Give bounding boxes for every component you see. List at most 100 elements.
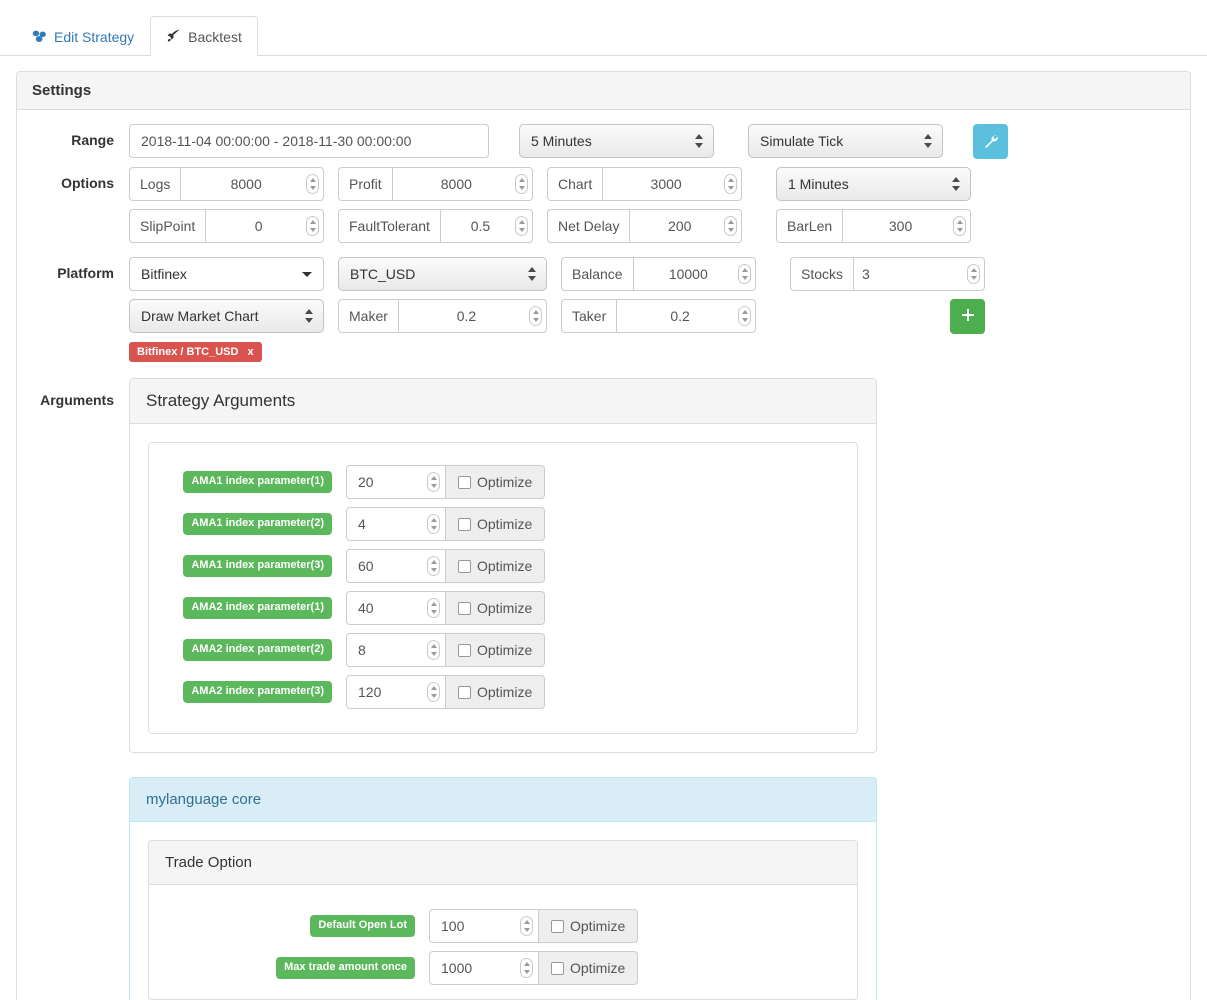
argument-badge: AMA1 index parameter(1)	[183, 471, 332, 493]
maker-stepper[interactable]	[529, 306, 542, 326]
logs-label: Logs	[129, 167, 181, 201]
faulttolerant-stepper[interactable]	[515, 216, 528, 236]
settings-panel-body: Range 2018-11-04 00:00:00 - 2018-11-30 0…	[17, 110, 1190, 1000]
stocks-stepper[interactable]	[967, 264, 980, 284]
optimize-checkbox[interactable]	[458, 643, 471, 657]
trade-option-body: Default Open Lot 100 Optimize Max trade …	[149, 885, 857, 999]
trade-option-badge-cell: Default Open Lot	[249, 915, 429, 937]
optimize-toggle[interactable]: Optimize	[446, 549, 546, 583]
netdelay-stepper[interactable]	[724, 216, 737, 236]
barlen-stepper[interactable]	[953, 216, 966, 236]
remove-tag-icon[interactable]: x	[247, 346, 253, 358]
optimize-toggle[interactable]: Optimize	[446, 465, 546, 499]
optimize-toggle[interactable]: Optimize	[446, 507, 546, 541]
argument-stepper[interactable]	[427, 640, 440, 660]
settings-panel: Settings Range 2018-11-04 00:00:00 - 201…	[16, 71, 1191, 1000]
optimize-label: Optimize	[477, 474, 533, 490]
platform-row-1: Platform Bitfinex BTC_USD Balance 10000 …	[17, 257, 1190, 291]
arguments-label: Arguments	[40, 392, 114, 408]
argument-input[interactable]: 120	[346, 675, 446, 709]
argument-stepper[interactable]	[427, 514, 440, 534]
optimize-checkbox[interactable]	[458, 685, 471, 699]
optimize-checkbox[interactable]	[458, 475, 471, 489]
profit-stepper[interactable]	[515, 174, 528, 194]
wrench-button[interactable]	[973, 124, 1008, 159]
profit-label: Profit	[338, 167, 392, 201]
trade-option-badge: Max trade amount once	[276, 957, 415, 979]
optimize-toggle[interactable]: Optimize	[446, 633, 546, 667]
optimize-checkbox[interactable]	[458, 559, 471, 573]
argument-input[interactable]: 60	[346, 549, 446, 583]
barlen-input[interactable]: 300	[842, 209, 971, 243]
cubes-icon	[32, 29, 47, 45]
chart-stepper[interactable]	[724, 174, 737, 194]
optimize-checkbox[interactable]	[551, 919, 564, 933]
optimize-toggle[interactable]: Optimize	[539, 951, 639, 985]
maker-input[interactable]: 0.2	[397, 299, 547, 333]
period-select[interactable]: 5 Minutes	[519, 124, 714, 158]
range-input[interactable]: 2018-11-04 00:00:00 - 2018-11-30 00:00:0…	[129, 124, 489, 158]
slippoint-label: SlipPoint	[129, 209, 206, 243]
argument-badge: AMA2 index parameter(1)	[183, 597, 332, 619]
optimize-toggle[interactable]: Optimize	[539, 909, 639, 943]
balance-input[interactable]: 10000	[632, 257, 756, 291]
argument-stepper[interactable]	[427, 556, 440, 576]
platform-tag[interactable]: Bitfinex / BTC_USD x	[129, 342, 262, 362]
argument-badge-cell: AMA1 index parameter(3)	[171, 555, 346, 577]
trade-option-input[interactable]: 1000	[429, 951, 539, 985]
barlen-input-group: BarLen 300	[776, 209, 971, 243]
faulttolerant-input[interactable]: 0.5	[439, 209, 533, 243]
taker-input[interactable]: 0.2	[616, 299, 756, 333]
stocks-input[interactable]: 3	[853, 257, 985, 291]
optimize-toggle[interactable]: Optimize	[446, 675, 546, 709]
optimize-checkbox[interactable]	[551, 961, 564, 975]
add-platform-button[interactable]	[950, 299, 985, 334]
slippoint-input[interactable]: 0	[205, 209, 324, 243]
add-platform-slot	[790, 299, 985, 334]
spacer-label	[17, 342, 129, 350]
optimize-toggle[interactable]: Optimize	[446, 591, 546, 625]
trade-option-input[interactable]: 100	[429, 909, 539, 943]
argument-value: 60	[358, 558, 374, 574]
slippoint-stepper[interactable]	[306, 216, 319, 236]
netdelay-input[interactable]: 200	[629, 209, 742, 243]
platform-row-2: Draw Market Chart Maker 0.2 Taker 0.2	[17, 299, 1190, 334]
balance-label: Balance	[561, 257, 633, 291]
argument-input[interactable]: 8	[346, 633, 446, 667]
profit-input[interactable]: 8000	[391, 167, 533, 201]
argument-badge-cell: AMA2 index parameter(3)	[171, 681, 346, 703]
range-input-slot: 2018-11-04 00:00:00 - 2018-11-30 00:00:0…	[129, 124, 489, 158]
argument-input[interactable]: 4	[346, 507, 446, 541]
trade-option-stepper[interactable]	[520, 958, 533, 978]
bar-period-select[interactable]: 1 Minutes	[776, 167, 971, 201]
platform-label: Platform	[57, 265, 114, 281]
chart-input[interactable]: 3000	[602, 167, 742, 201]
taker-stepper[interactable]	[738, 306, 751, 326]
optimize-checkbox[interactable]	[458, 601, 471, 615]
argument-value: 8	[358, 642, 366, 658]
argument-stepper[interactable]	[427, 682, 440, 702]
strategy-arguments-title: Strategy Arguments	[130, 379, 876, 424]
tab-edit-strategy[interactable]: Edit Strategy	[16, 16, 150, 56]
updown-arrow-icon	[695, 133, 704, 149]
logs-stepper[interactable]	[306, 174, 319, 194]
trade-option-stepper[interactable]	[520, 916, 533, 936]
taker-slot: Taker 0.2	[561, 299, 756, 333]
optimize-label: Optimize	[477, 642, 533, 658]
draw-market-chart-select[interactable]: Draw Market Chart	[129, 299, 324, 333]
argument-stepper[interactable]	[427, 472, 440, 492]
taker-value: 0.2	[670, 308, 690, 324]
argument-input[interactable]: 20	[346, 465, 446, 499]
simulate-mode-select[interactable]: Simulate Tick	[748, 124, 943, 158]
pair-select[interactable]: BTC_USD	[338, 257, 547, 291]
balance-slot: Balance 10000	[561, 257, 756, 291]
exchange-select[interactable]: Bitfinex	[129, 257, 324, 291]
chart-value: 3000	[650, 176, 682, 192]
balance-stepper[interactable]	[738, 264, 751, 284]
tab-backtest[interactable]: Backtest	[150, 16, 258, 56]
argument-input[interactable]: 40	[346, 591, 446, 625]
argument-stepper[interactable]	[427, 598, 440, 618]
logs-input[interactable]: 8000	[180, 167, 324, 201]
optimize-checkbox[interactable]	[458, 517, 471, 531]
argument-row: AMA2 index parameter(3) 120 Optimize	[149, 671, 857, 713]
